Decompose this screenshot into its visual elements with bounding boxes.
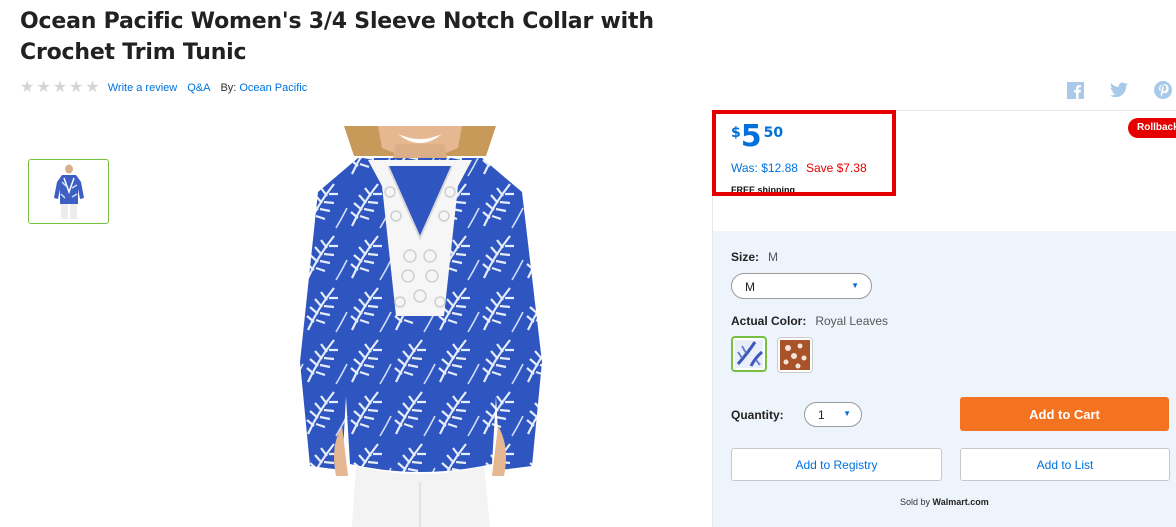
quantity-value: 1 bbox=[818, 408, 825, 422]
star-icon: ★ bbox=[52, 79, 68, 96]
rollback-badge: Rollback bbox=[1128, 118, 1176, 138]
pinterest-icon[interactable] bbox=[1154, 81, 1172, 99]
sold-by: Sold by Walmart.com bbox=[900, 497, 989, 507]
rating-stars[interactable]: ★ ★ ★ ★ ★ bbox=[20, 80, 100, 96]
twitter-icon[interactable] bbox=[1110, 81, 1128, 99]
product-main-image[interactable] bbox=[260, 126, 580, 527]
star-icon: ★ bbox=[20, 79, 35, 96]
quantity-label: Quantity: bbox=[731, 408, 784, 422]
product-meta-row: ★ ★ ★ ★ ★ Write a review Q&A By: Ocean P… bbox=[20, 80, 317, 96]
color-label: Actual Color: bbox=[731, 314, 807, 328]
sold-by-prefix: Sold by bbox=[900, 497, 931, 507]
color-value: Royal Leaves bbox=[815, 314, 889, 328]
chevron-down-icon: ▼ bbox=[851, 281, 859, 290]
by-label: By: bbox=[220, 82, 237, 94]
star-icon: ★ bbox=[69, 79, 84, 96]
product-title: Ocean Pacific Women's 3/4 Sleeve Notch C… bbox=[20, 9, 654, 65]
add-to-list-button[interactable]: Add to List bbox=[960, 448, 1170, 481]
brand-link[interactable]: Ocean Pacific bbox=[239, 82, 307, 94]
price-highlight-box bbox=[712, 110, 896, 196]
chevron-down-icon: ▼ bbox=[843, 409, 851, 418]
qa-link[interactable]: Q&A bbox=[187, 82, 210, 94]
write-review-link[interactable]: Write a review bbox=[108, 82, 177, 94]
product-thumbnail[interactable] bbox=[28, 159, 109, 224]
size-select[interactable]: M ▼ bbox=[731, 273, 872, 299]
thumbnail-image bbox=[53, 164, 84, 219]
size-selected: M bbox=[745, 280, 755, 294]
size-value: M bbox=[768, 250, 779, 264]
star-icon: ★ bbox=[85, 79, 100, 96]
size-label: Size: bbox=[731, 250, 760, 264]
swatch-royal-leaves-image bbox=[735, 340, 763, 368]
swatch-rust-image bbox=[780, 340, 810, 370]
add-to-registry-button[interactable]: Add to Registry bbox=[731, 448, 942, 481]
color-label-row: Actual Color: Royal Leaves bbox=[731, 314, 888, 328]
quantity-select[interactable]: 1 ▼ bbox=[804, 402, 862, 427]
size-label-row: Size: M bbox=[731, 250, 778, 264]
social-share bbox=[1066, 81, 1176, 99]
facebook-icon[interactable] bbox=[1066, 81, 1084, 99]
star-icon: ★ bbox=[36, 79, 51, 96]
seller-name[interactable]: Walmart.com bbox=[933, 497, 989, 507]
swatch-royal-leaves[interactable] bbox=[731, 336, 767, 372]
swatch-rust[interactable] bbox=[777, 337, 813, 373]
add-to-cart-button[interactable]: Add to Cart bbox=[960, 397, 1169, 431]
